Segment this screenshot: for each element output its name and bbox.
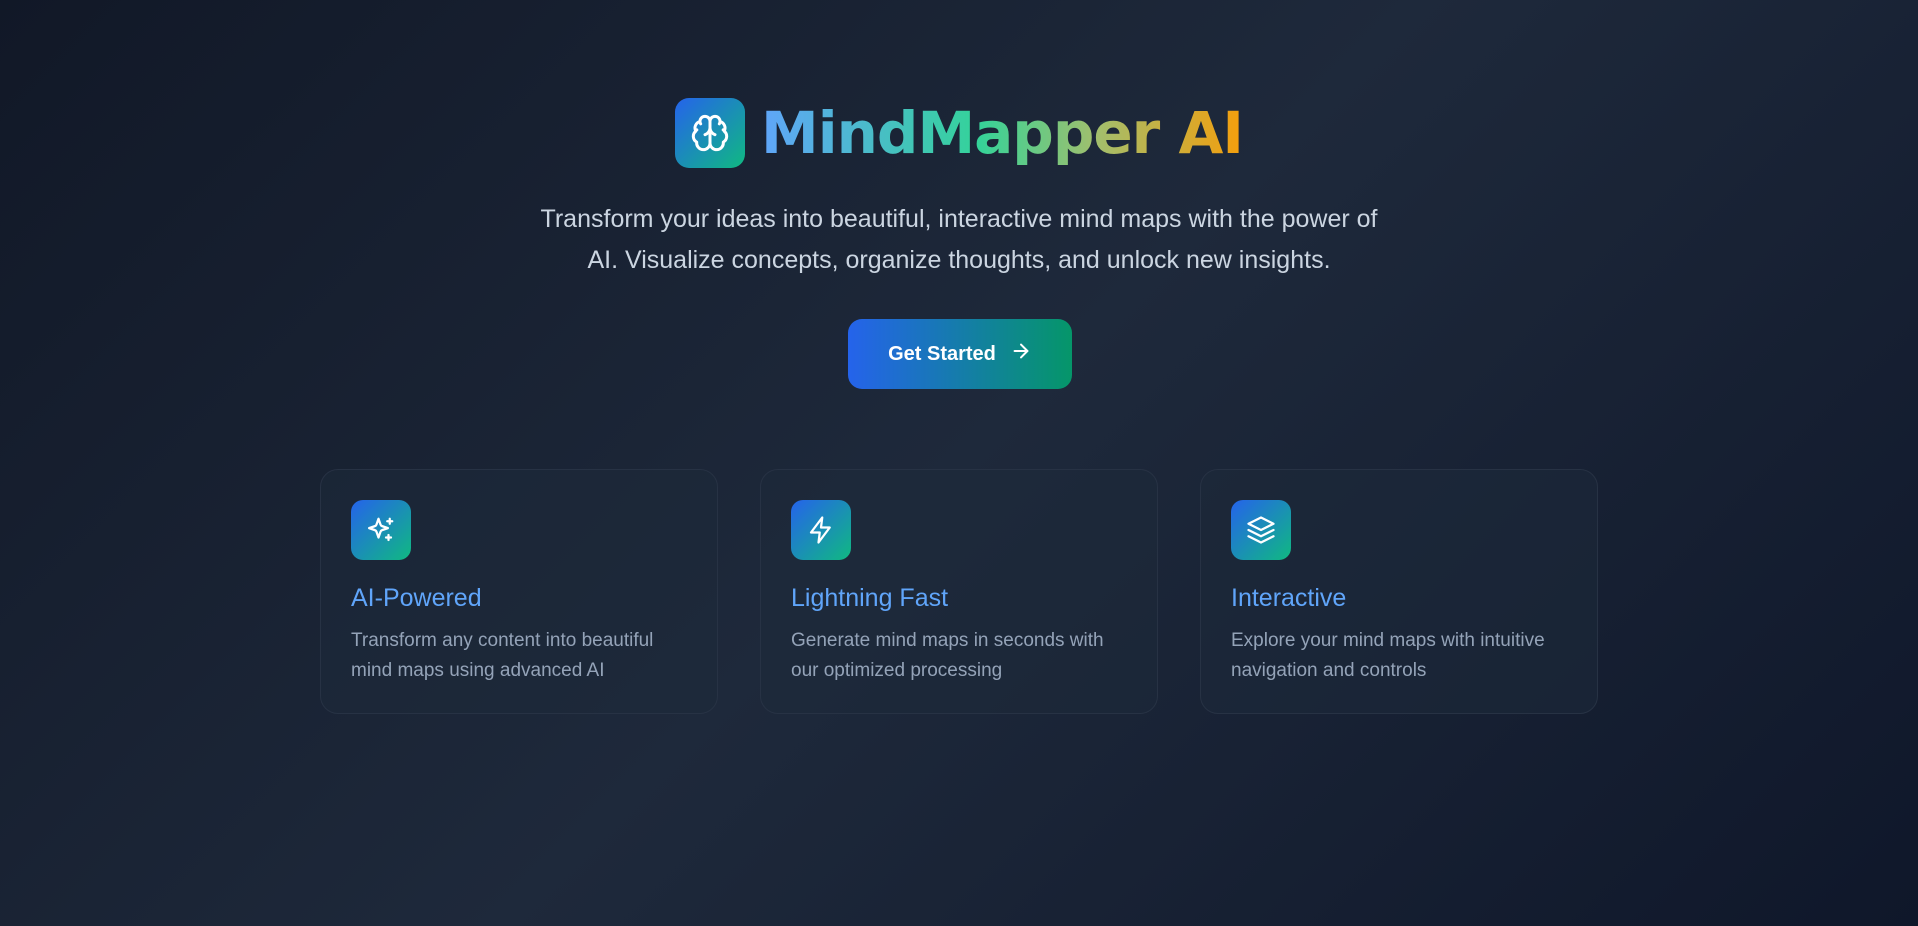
- feature-title: Interactive: [1231, 584, 1347, 612]
- feature-card-lightning-fast: Lightning Fast Generate mind maps in sec…: [760, 469, 1158, 714]
- feature-title: Lightning Fast: [791, 584, 949, 612]
- lightning-icon: [791, 500, 851, 560]
- hero-tagline: Transform your ideas into beautiful, int…: [540, 205, 1378, 274]
- sparkles-icon: [351, 500, 411, 560]
- brand-header: MindMapper AI: [0, 98, 1918, 168]
- feature-description: Transform any content into beautiful min…: [351, 630, 654, 681]
- arrow-right-icon: [1010, 340, 1032, 368]
- brain-icon: [675, 98, 746, 168]
- feature-description: Explore your mind maps with intuitive na…: [1231, 630, 1545, 681]
- feature-description: Generate mind maps in seconds with our o…: [791, 630, 1104, 681]
- get-started-label: Get Started: [888, 342, 996, 365]
- get-started-button[interactable]: Get Started: [848, 319, 1072, 389]
- app-title: MindMapper AI: [761, 99, 1244, 167]
- feature-title: AI-Powered: [351, 584, 482, 612]
- feature-card-interactive: Interactive Explore your mind maps with …: [1200, 469, 1598, 714]
- feature-card-ai-powered: AI-Powered Transform any content into be…: [320, 469, 718, 714]
- layers-icon: [1231, 500, 1291, 560]
